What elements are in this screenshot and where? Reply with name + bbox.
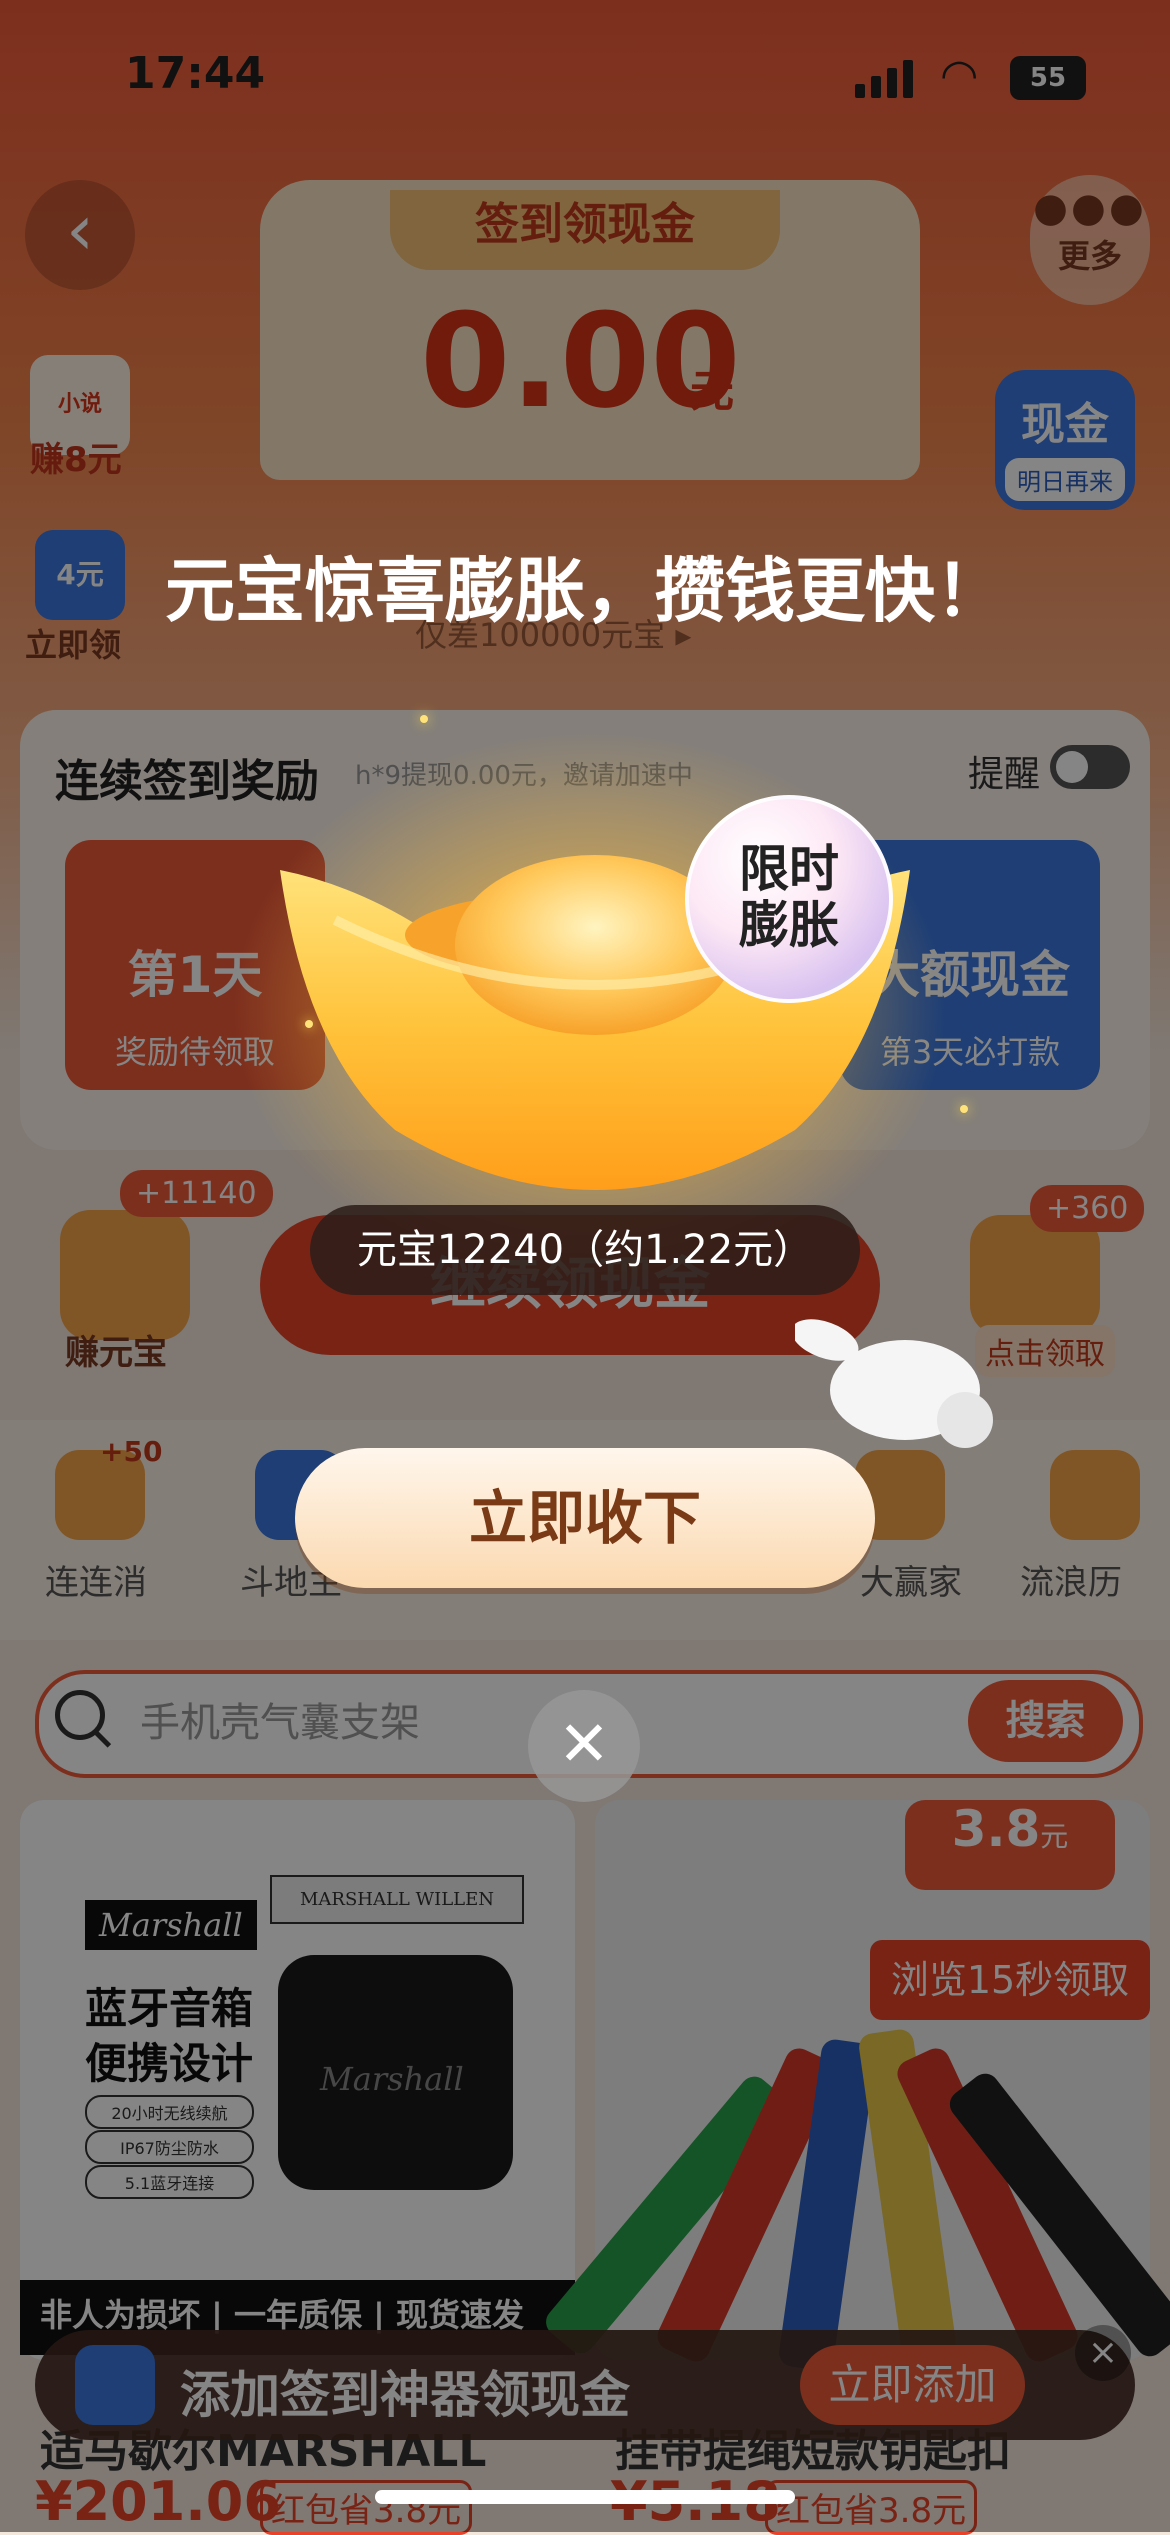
home-indicator[interactable] — [375, 2490, 795, 2504]
badge-line: 膨胀 — [739, 896, 839, 954]
badge-line: 限时 — [739, 840, 839, 898]
sparkle-icon — [960, 1105, 968, 1113]
limited-time-badge: 限时 膨胀 — [685, 795, 893, 1003]
popup-headline: 元宝惊喜膨胀，攒钱更快！ — [165, 550, 1005, 632]
close-icon[interactable]: ✕ — [528, 1690, 640, 1802]
accept-button[interactable]: 立即收下 — [295, 1448, 875, 1588]
pointing-hand-icon — [795, 1319, 993, 1448]
ingot-amount: 元宝12240（约1.22元） — [310, 1205, 860, 1295]
sparkle-icon — [420, 715, 428, 723]
